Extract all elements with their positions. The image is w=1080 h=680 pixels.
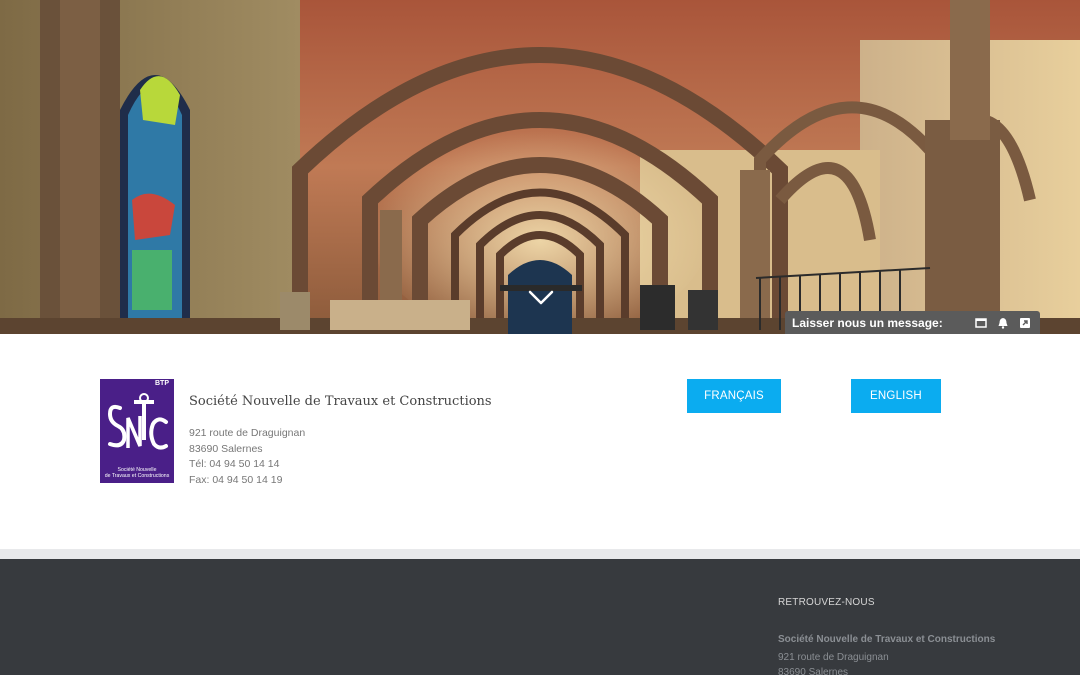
footer-address-street: 921 route de Draguignan	[778, 652, 889, 663]
logo-caption-line2: de Travaux et Constructions	[104, 473, 170, 479]
popout-icon[interactable]	[1019, 317, 1031, 329]
scroll-down-chevron-icon[interactable]	[527, 287, 555, 307]
logo-btp-badge: BTP	[155, 380, 169, 387]
footer-divider	[0, 549, 1080, 559]
hero-image: Laisser nous un message:	[0, 0, 1080, 334]
french-language-button[interactable]: FRANÇAIS	[687, 379, 781, 413]
company-name: Société Nouvelle de Travaux et Construct…	[189, 394, 492, 409]
chat-widget-controls	[975, 317, 1040, 329]
bell-icon[interactable]	[997, 317, 1009, 329]
address-city: 83690 Salernes	[189, 442, 263, 455]
logo-sntc-monogram	[107, 393, 168, 450]
hero-vaulted-hall-illustration	[0, 0, 1080, 334]
chat-widget-bar[interactable]: Laisser nous un message:	[785, 311, 1040, 334]
footer-address: 921 route de Draguignan 83690 Salernes	[778, 650, 889, 680]
minimize-icon[interactable]	[975, 317, 987, 329]
footer-address-city: 83690 Salernes	[778, 667, 849, 678]
footer-heading: RETROUVEZ-NOUS	[778, 597, 875, 608]
footer: RETROUVEZ-NOUS Société Nouvelle de Trava…	[0, 559, 1080, 678]
address-phone: Tél: 04 94 50 14 14	[189, 458, 280, 470]
footer-company-name: Société Nouvelle de Travaux et Construct…	[778, 634, 996, 645]
chat-widget-label: Laisser nous un message:	[792, 315, 943, 330]
company-address: 921 route de Draguignan 83690 Salernes T…	[189, 426, 305, 488]
address-fax: Fax: 04 94 50 14 19	[189, 473, 283, 486]
english-language-button[interactable]: ENGLISH	[851, 379, 941, 413]
address-street: 921 route de Draguignan	[189, 427, 306, 439]
company-logo: BTP Société Nouvelle de Travaux et Const…	[100, 379, 174, 483]
